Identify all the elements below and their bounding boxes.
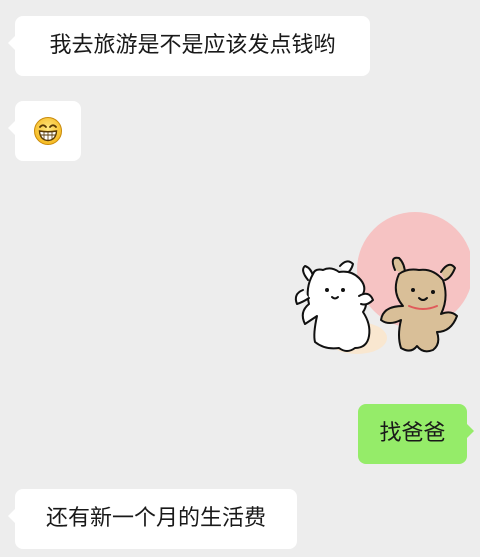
incoming-message-bubble[interactable]: 我去旅游是不是应该发点钱哟 xyxy=(8,16,370,76)
two-bears-dancing-sticker[interactable] xyxy=(285,208,473,368)
chat-message-list: 我去旅游是不是应该发点钱哟 找爸爸 还有新一个月的生活费 xyxy=(0,0,480,557)
grinning-face-icon xyxy=(15,101,81,161)
bubble-tail xyxy=(8,121,15,135)
incoming-emoji-bubble[interactable] xyxy=(8,101,81,161)
incoming-message-bubble[interactable]: 还有新一个月的生活费 xyxy=(8,489,297,549)
bubble-tail xyxy=(467,424,474,438)
bubble-tail xyxy=(8,36,15,50)
message-text: 还有新一个月的生活费 xyxy=(45,506,266,531)
message-text: 找爸爸 xyxy=(379,421,446,446)
bubble-tail xyxy=(8,509,15,523)
outgoing-message-bubble[interactable]: 找爸爸 xyxy=(358,404,474,464)
message-text: 我去旅游是不是应该发点钱哟 xyxy=(49,33,336,58)
